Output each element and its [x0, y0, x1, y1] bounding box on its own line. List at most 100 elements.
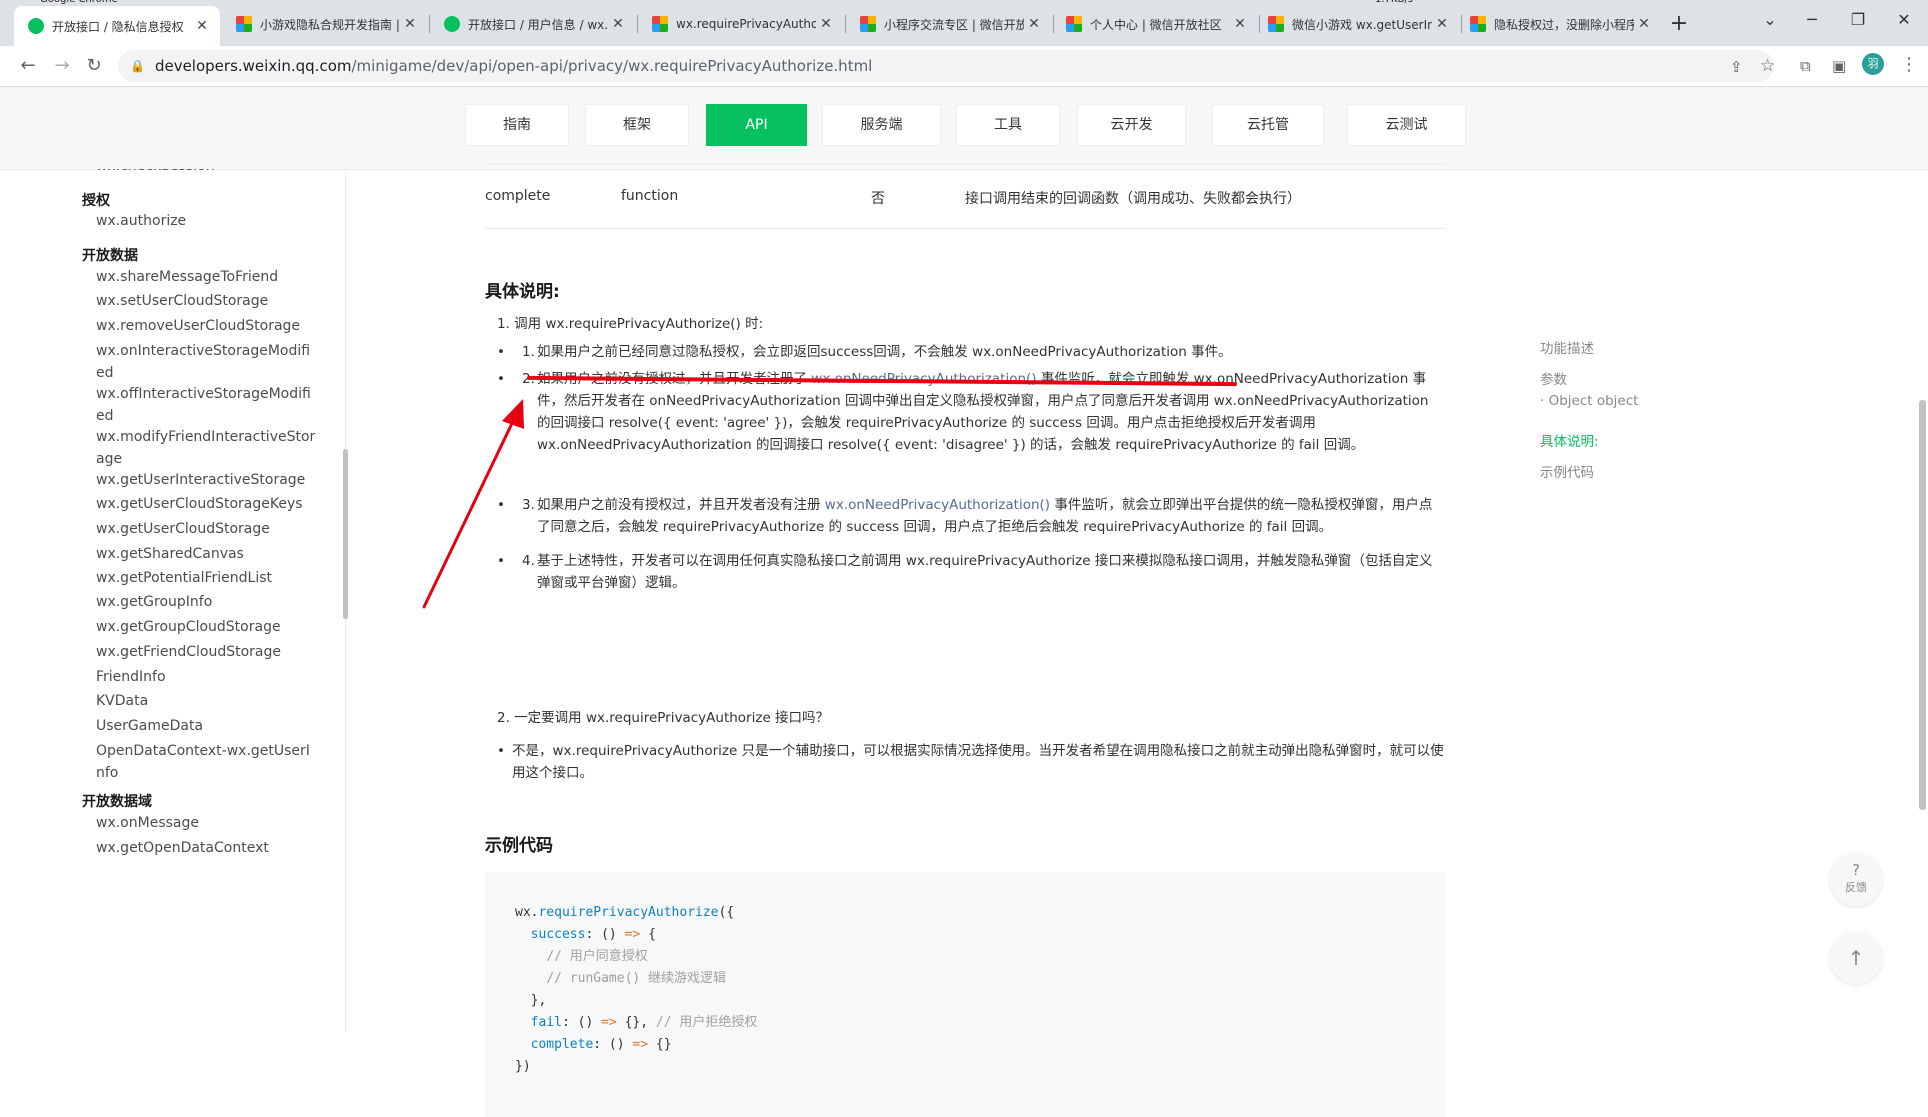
browser-tab[interactable]: wx.requirePrivacyAuthor ✕ — [638, 9, 844, 39]
sidebar-item[interactable]: wx.onInteractiveStorageModified — [96, 340, 316, 384]
sidebar-item[interactable]: wx.getUserCloudStorage — [96, 518, 316, 540]
tab-label: 微信小游戏 wx.getUserIn — [1292, 17, 1432, 32]
code-token: }, — [515, 993, 547, 1008]
toc-item[interactable]: 具体说明: — [1540, 430, 1740, 450]
browser-tab[interactable]: 小程序交流专区 | 微信开放 ✕ — [846, 9, 1052, 39]
close-tab-icon[interactable]: ✕ — [1024, 16, 1044, 32]
share-icon[interactable]: ⇪ — [1730, 58, 1743, 76]
sidebar-item[interactable]: wx.setUserCloudStorage — [96, 290, 316, 312]
sidebar-item[interactable]: wx.onMessage — [96, 812, 316, 834]
topnav-item[interactable]: API — [706, 104, 807, 146]
toc-item[interactable]: 功能描述 — [1540, 337, 1740, 357]
sidebar-item[interactable]: wx.offInteractiveStorageModified — [96, 383, 316, 427]
sidebar-item[interactable]: wx.getSharedCanvas — [96, 543, 316, 565]
close-window-icon[interactable]: ✕ — [1884, 10, 1924, 34]
back-to-top-button[interactable]: ↑ — [1830, 932, 1882, 984]
sidebar-item[interactable]: wx.shareMessageToFriend — [96, 266, 316, 288]
url-text[interactable]: developers.weixin.qq.com/minigame/dev/ap… — [155, 57, 872, 75]
sidebar-group-title: 授权 — [82, 193, 110, 209]
restore-icon[interactable]: ❐ — [1838, 10, 1878, 34]
question-2: 2. 一定要调用 wx.requirePrivacyAuthorize 接口吗？ — [497, 710, 830, 726]
topnav-item[interactable]: 服务端 — [822, 104, 941, 146]
wechat-icon — [444, 16, 460, 32]
topnav-item[interactable]: 工具 — [956, 104, 1060, 146]
close-tab-icon[interactable]: ✕ — [192, 18, 212, 34]
answer-2-text: 不是，wx.requirePrivacyAuthorize 只是一个辅助接口，可… — [512, 743, 1444, 781]
page-scrollbar[interactable] — [1919, 400, 1926, 810]
sidebar-item[interactable]: wx.getUserInteractiveStorage — [96, 469, 316, 491]
tab-search-icon[interactable]: ⌄ — [1750, 10, 1790, 34]
sidebar-item[interactable]: wx.modifyFriendInteractiveStorage — [96, 426, 316, 470]
topnav-item[interactable]: 框架 — [585, 104, 689, 146]
doc-top-nav: 指南 框架 API 服务端 工具 云开发 云托管 云测试 — [0, 87, 1928, 170]
forward-icon[interactable]: → — [48, 52, 76, 80]
sidebar-item[interactable]: FriendInfo — [96, 666, 316, 688]
sidebar-item[interactable]: wx.getGroupInfo — [96, 591, 316, 613]
code-text: wx.requirePrivacyAuthorize({ success: ()… — [515, 902, 757, 1078]
bookmark-star-icon[interactable]: ☆ — [1760, 56, 1775, 76]
avatar[interactable]: 羽 — [1862, 53, 1884, 75]
api-link[interactable]: wx.onNeedPrivacyAuthorization() — [825, 497, 1050, 513]
toc-item[interactable]: 参数 — [1540, 368, 1740, 388]
browser-tab[interactable]: 小游戏隐私合规开发指南 | ✕ — [222, 9, 428, 39]
close-tab-icon[interactable]: ✕ — [1634, 16, 1654, 32]
close-tab-icon[interactable]: ✕ — [608, 16, 628, 32]
menu-icon[interactable]: ⋮ — [1900, 54, 1918, 75]
minimize-icon[interactable]: ─ — [1792, 10, 1832, 34]
sidebar-item[interactable]: wx.removeUserCloudStorage — [96, 315, 316, 337]
new-tab-button[interactable]: + — [1665, 10, 1693, 38]
sidebar-item[interactable]: wx.getOpenDataContext — [96, 837, 316, 859]
close-tab-icon[interactable]: ✕ — [816, 16, 836, 32]
code-token: requirePrivacyAuthorize — [538, 905, 719, 920]
code-token: => — [624, 927, 641, 942]
help-icon: ? — [1852, 861, 1860, 879]
code-token: {}, — [616, 1015, 656, 1030]
sidebar-group-title: 开放数据 — [82, 248, 138, 264]
toc-item[interactable]: · Object object — [1540, 393, 1740, 409]
sidebar-item[interactable]: wx.authorize — [96, 210, 316, 232]
tab-label: 个人中心 | 微信开放社区 — [1090, 17, 1222, 32]
bullet: • — [497, 344, 505, 360]
browser-tab[interactable]: 隐私授权过，没删除小程序 ✕ — [1456, 9, 1662, 39]
sidebar-item[interactable]: UserGameData — [96, 715, 316, 737]
sidebar-item[interactable]: wx.checkSession — [96, 169, 316, 177]
tab-label: 小程序交流专区 | 微信开放 — [884, 17, 1024, 32]
sidebar-item[interactable]: wx.getUserCloudStorageKeys — [96, 493, 316, 515]
close-tab-icon[interactable]: ✕ — [400, 16, 420, 32]
item-text-part: 如果用户之前已经同意过隐私授权，会立即返回success回调，不会触发 wx.o… — [537, 344, 1232, 360]
feedback-button[interactable]: ? 反馈 — [1830, 854, 1882, 906]
browser-tab[interactable]: 开放接口 / 隐私信息授权 ✕ — [14, 6, 220, 46]
sidebar-scrollbar[interactable] — [343, 449, 348, 619]
topnav-item[interactable]: 云测试 — [1347, 104, 1466, 146]
code-line: // runGame() 继续游戏逻辑 — [515, 968, 757, 990]
browser-tab[interactable]: 个人中心 | 微信开放社区 ✕ — [1052, 9, 1258, 39]
tab-label: 隐私授权过，没删除小程序 — [1494, 17, 1634, 32]
code-token: : () — [561, 1015, 602, 1030]
sidebar-item[interactable]: KVData — [96, 690, 316, 712]
code-line: // 用户同意授权 — [515, 946, 757, 968]
address-bar[interactable]: 🔒 developers.weixin.qq.com/minigame/dev/… — [118, 50, 1774, 82]
toc-item[interactable]: 示例代码 — [1540, 461, 1740, 481]
topnav-item[interactable]: 指南 — [465, 104, 569, 146]
sidebar-item[interactable]: wx.getPotentialFriendList — [96, 567, 316, 589]
extensions-icon[interactable]: ⧉ — [1800, 57, 1811, 75]
sidebar-item[interactable]: OpenDataContext-wx.getUserInfo — [96, 740, 316, 784]
browser-tab[interactable]: 开放接口 / 用户信息 / wx. ✕ — [430, 9, 636, 39]
sidepanel-icon[interactable]: ▣ — [1832, 57, 1846, 75]
code-token: ({ — [718, 905, 735, 920]
close-tab-icon[interactable]: ✕ — [1230, 16, 1250, 32]
reload-icon[interactable]: ↻ — [80, 52, 108, 80]
code-token: => — [632, 1037, 649, 1052]
answer-2: • 不是，wx.requirePrivacyAuthorize 只是一个辅助接口… — [497, 740, 1457, 784]
feedback-label: 反馈 — [1845, 881, 1867, 894]
topnav-item[interactable]: 云开发 — [1077, 104, 1186, 146]
back-icon[interactable]: ← — [14, 52, 42, 80]
topnav-item[interactable]: 云托管 — [1212, 104, 1324, 146]
sidebar-item[interactable]: wx.getGroupCloudStorage — [96, 616, 316, 638]
browser-tab[interactable]: 微信小游戏 wx.getUserIn ✕ — [1254, 9, 1460, 39]
close-tab-icon[interactable]: ✕ — [1432, 16, 1452, 32]
code-token: wx. — [515, 905, 539, 920]
os-net-speed: 1.7KB/s — [1375, 0, 1413, 8]
sidebar-item[interactable]: wx.getFriendCloudStorage — [96, 641, 316, 663]
